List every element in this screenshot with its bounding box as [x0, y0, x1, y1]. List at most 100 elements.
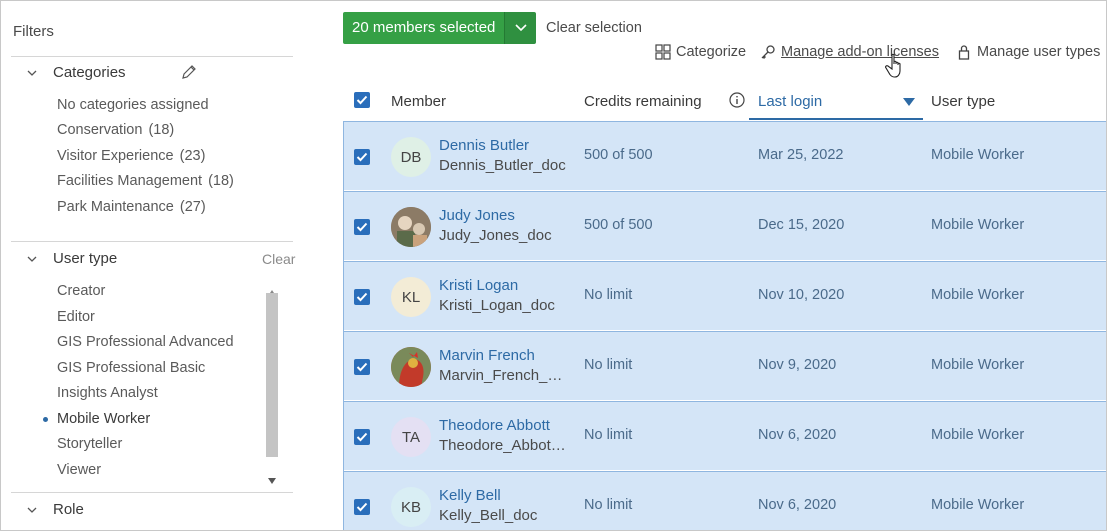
- last-login: Nov 6, 2020: [758, 497, 837, 513]
- avatar-photo: [391, 207, 431, 247]
- user-type: Mobile Worker: [931, 147, 1025, 163]
- row-checkbox[interactable]: [354, 219, 370, 235]
- user-type-item-insights-analyst[interactable]: Insights Analyst: [57, 385, 158, 401]
- row-checkbox[interactable]: [354, 499, 370, 515]
- info-icon[interactable]: [729, 92, 745, 108]
- category-item-conservation[interactable]: Conservation (18): [57, 122, 174, 138]
- categories-section-toggle[interactable]: Categories: [27, 64, 126, 81]
- clear-selection-button[interactable]: Clear selection: [546, 20, 642, 36]
- row-checkbox[interactable]: [354, 289, 370, 305]
- manage-user-types-label: Manage user types: [977, 44, 1101, 60]
- category-count: (23): [179, 148, 206, 164]
- column-header-user-type[interactable]: User type: [931, 93, 995, 110]
- user-type-item-gis-professional-basic[interactable]: GIS Professional Basic: [57, 360, 205, 376]
- credits-remaining: 500 of 500: [584, 147, 653, 163]
- last-login: Dec 15, 2020: [758, 217, 845, 233]
- credits-remaining: No limit: [584, 357, 633, 373]
- user-type: Mobile Worker: [931, 357, 1025, 373]
- members-table: Member Credits remaining Last login User…: [343, 79, 1106, 530]
- user-type-item-editor[interactable]: Editor: [57, 309, 95, 325]
- key-icon: [760, 44, 776, 60]
- category-count: (18): [148, 122, 175, 138]
- table-row[interactable]: Marvin French Marvin_French_doc No limit…: [343, 331, 1106, 400]
- filters-title: Filters: [13, 23, 54, 40]
- user-type-item-gis-professional-advanced[interactable]: GIS Professional Advanced: [57, 334, 234, 350]
- filters-sidebar: Filters Categories No categories assigne…: [1, 1, 301, 530]
- members-selected-button[interactable]: 20 members selected: [343, 12, 537, 44]
- user-type-heading: User type: [53, 250, 118, 267]
- category-item-none[interactable]: No categories assigned: [57, 97, 209, 113]
- user-type: Mobile Worker: [931, 427, 1025, 443]
- lock-icon: [956, 44, 972, 60]
- credits-remaining: 500 of 500: [584, 217, 653, 233]
- user-type-item-mobile-worker[interactable]: Mobile Worker: [57, 411, 150, 427]
- member-name-link[interactable]: Judy Jones: [439, 207, 515, 224]
- member-username: Kristi_Logan_doc: [439, 297, 555, 314]
- grid-icon: [655, 44, 671, 60]
- user-type: Mobile Worker: [931, 287, 1025, 303]
- category-label: Park Maintenance: [57, 199, 174, 215]
- user-type-item-viewer[interactable]: Viewer: [57, 462, 101, 478]
- scrollbar-thumb[interactable]: [266, 293, 278, 457]
- scroll-down-arrow-icon[interactable]: [268, 471, 276, 484]
- category-count: (18): [208, 173, 234, 189]
- member-username: Judy_Jones_doc: [439, 227, 552, 244]
- row-checkbox[interactable]: [354, 429, 370, 445]
- hand-cursor-icon: [885, 53, 907, 79]
- categories-heading: Categories: [53, 64, 126, 81]
- scroll-up-arrow-icon[interactable]: [268, 283, 276, 296]
- members-selected-label: 20 members selected: [343, 12, 505, 44]
- selected-bullet-icon: [43, 417, 48, 422]
- member-username: Theodore_Abbott_doc: [439, 437, 569, 454]
- category-item-visitor-experience[interactable]: Visitor Experience (23): [57, 148, 205, 164]
- table-row[interactable]: Judy Jones Judy_Jones_doc 500 of 500 Dec…: [343, 191, 1106, 260]
- select-all-checkbox[interactable]: [354, 92, 370, 108]
- sort-descending-icon[interactable]: [903, 93, 915, 106]
- category-item-park-maintenance[interactable]: Park Maintenance (27): [57, 199, 206, 215]
- row-checkbox[interactable]: [354, 149, 370, 165]
- manage-addon-licenses-button[interactable]: Manage add-on licenses: [760, 44, 939, 60]
- member-name-link[interactable]: Dennis Butler: [439, 137, 529, 154]
- active-sort-underline: [749, 118, 923, 120]
- user-type-item-storyteller[interactable]: Storyteller: [57, 436, 122, 452]
- divider: [11, 56, 293, 57]
- category-label: Visitor Experience: [57, 148, 174, 164]
- last-login: Nov 9, 2020: [758, 357, 837, 373]
- user-type-section-toggle[interactable]: User type: [27, 250, 117, 267]
- avatar: KL: [391, 277, 431, 317]
- divider: [11, 241, 293, 242]
- manage-addon-licenses-label: Manage add-on licenses: [781, 44, 939, 60]
- table-row[interactable]: KB Kelly Bell Kelly_Bell_doc No limit No…: [343, 471, 1106, 530]
- table-row[interactable]: KL Kristi Logan Kristi_Logan_doc No limi…: [343, 261, 1106, 330]
- credits-remaining: No limit: [584, 287, 633, 303]
- row-checkbox[interactable]: [354, 359, 370, 375]
- pencil-icon[interactable]: [180, 63, 198, 81]
- user-type-item-creator[interactable]: Creator: [57, 283, 105, 299]
- column-header-member[interactable]: Member: [391, 93, 446, 110]
- member-username: Dennis_Butler_doc: [439, 157, 566, 174]
- categorize-button[interactable]: Categorize: [655, 44, 746, 60]
- credits-remaining: No limit: [584, 497, 633, 513]
- clear-user-type-link[interactable]: Clear: [262, 251, 295, 267]
- category-count: (27): [179, 199, 206, 215]
- member-name-link[interactable]: Theodore Abbott: [439, 417, 550, 434]
- table-row[interactable]: DB Dennis Butler Dennis_Butler_doc 500 o…: [343, 121, 1106, 190]
- role-section-toggle[interactable]: Role: [27, 501, 84, 518]
- credits-remaining: No limit: [584, 427, 633, 443]
- column-header-last-login[interactable]: Last login: [758, 93, 822, 110]
- member-name-link[interactable]: Kristi Logan: [439, 277, 518, 294]
- table-row[interactable]: TA Theodore Abbott Theodore_Abbott_doc N…: [343, 401, 1106, 470]
- manage-user-types-button[interactable]: Manage user types: [956, 44, 1100, 60]
- role-heading: Role: [53, 501, 84, 518]
- last-login: Nov 6, 2020: [758, 427, 837, 443]
- chevron-down-icon[interactable]: [504, 12, 537, 44]
- members-page: Filters Categories No categories assigne…: [0, 0, 1107, 531]
- table-border: [343, 121, 344, 530]
- category-label: Facilities Management: [57, 173, 203, 189]
- category-item-facilities-management[interactable]: Facilities Management (18): [57, 173, 234, 189]
- member-name-link[interactable]: Marvin French: [439, 347, 535, 364]
- avatar: DB: [391, 137, 431, 177]
- member-name-link[interactable]: Kelly Bell: [439, 487, 501, 504]
- column-header-credits[interactable]: Credits remaining: [584, 93, 702, 110]
- avatar: TA: [391, 417, 431, 457]
